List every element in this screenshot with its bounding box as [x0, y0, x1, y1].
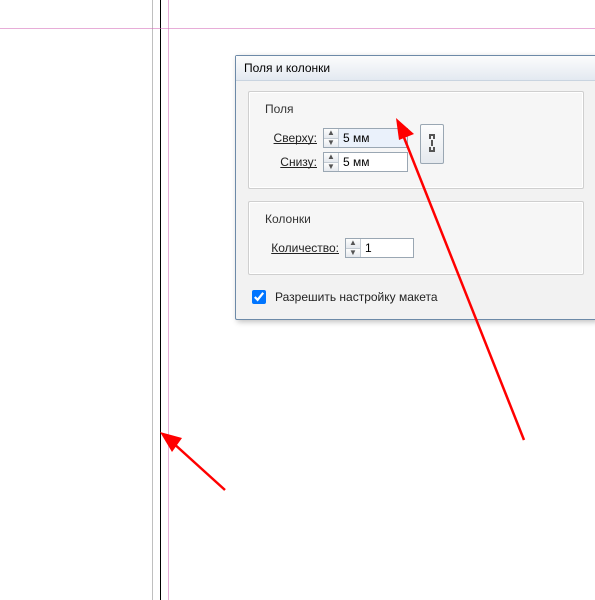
columns-count-spinner[interactable]: ▲ ▼: [345, 238, 414, 258]
margin-top-step-down[interactable]: ▼: [324, 139, 338, 148]
link-margins-button[interactable]: [420, 124, 444, 164]
margins-legend: Поля: [261, 102, 298, 116]
margin-bottom-spinner[interactable]: ▲ ▼: [323, 152, 408, 172]
columns-count-input[interactable]: [361, 239, 413, 257]
margin-bottom-label: Снизу:: [259, 155, 317, 169]
margin-top-label: Сверху:: [259, 131, 317, 145]
bleed-guide: [152, 0, 153, 600]
margin-guide-left: [168, 0, 169, 600]
margins-group: Поля Сверху: ▲ ▼: [248, 91, 584, 189]
columns-legend: Колонки: [261, 212, 315, 226]
margin-bottom-input[interactable]: [339, 153, 407, 171]
allow-layout-label: Разрешить настройку макета: [275, 290, 438, 304]
allow-layout-checkbox[interactable]: [252, 290, 266, 304]
link-icon: [426, 132, 438, 157]
margin-top-input[interactable]: [339, 129, 407, 147]
margin-top-spinner[interactable]: ▲ ▼: [323, 128, 408, 148]
dialog-title: Поля и колонки: [244, 61, 330, 75]
columns-count-step-down[interactable]: ▼: [346, 249, 360, 258]
dialog-titlebar[interactable]: Поля и колонки: [236, 56, 595, 81]
margins-columns-dialog: Поля и колонки Поля Сверху: ▲ ▼: [235, 55, 595, 320]
columns-group: Колонки Количество: ▲ ▼: [248, 201, 584, 275]
margin-guide-top: [0, 28, 595, 29]
page-edge: [160, 0, 161, 600]
margin-bottom-step-down[interactable]: ▼: [324, 163, 338, 172]
columns-count-label: Количество:: [259, 241, 339, 255]
